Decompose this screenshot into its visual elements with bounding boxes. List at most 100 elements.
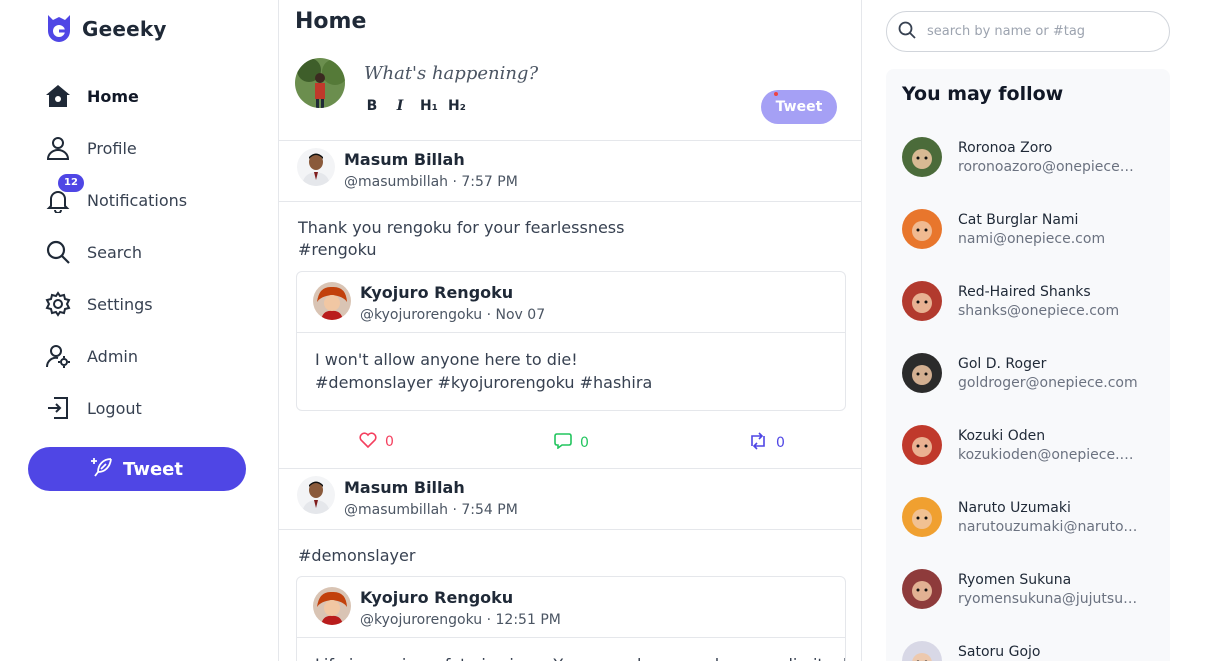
avatar[interactable] (902, 281, 942, 321)
search-icon (897, 20, 917, 44)
notification-badge: 12 (58, 174, 84, 192)
avatar[interactable] (902, 641, 942, 661)
comment-button[interactable]: 0 (554, 432, 589, 453)
follow-email: nami@onepiece.com (958, 230, 1106, 247)
quote-meta: @kyojurorengoku · Nov 07 (360, 307, 546, 323)
follow-name[interactable]: Ryomen Sukuna (958, 572, 1138, 588)
nav-item-home[interactable]: Home (44, 70, 264, 122)
nav-item-search[interactable]: Search (44, 226, 264, 278)
heading2-button[interactable]: H₂ (448, 98, 466, 114)
post-actions: 0 0 0 (279, 432, 861, 456)
quote-author-name[interactable]: Kyojuro Rengoku (360, 283, 545, 302)
nav-label-logout: Logout (87, 398, 142, 418)
follow-email: shanks@onepiece.com (958, 302, 1120, 319)
avatar[interactable] (902, 497, 942, 537)
follow-name[interactable]: Naruto Uzumaki (958, 500, 1138, 516)
admin-icon (44, 342, 72, 370)
sidebar-tweet-label: Tweet (123, 458, 183, 480)
follow-suggestion[interactable]: Satoru Gojosatorugojo@jujutsu.com (902, 641, 1164, 661)
logout-icon (44, 394, 72, 422)
quoted-post[interactable]: Kyojuro Rengoku @kyojurorengoku · 12:51 … (296, 576, 846, 661)
follow-name[interactable]: Satoru Gojo (958, 644, 1138, 660)
follow-name[interactable]: Red-Haired Shanks (958, 284, 1138, 300)
gear-icon (44, 290, 72, 318)
feather-icon (91, 455, 115, 483)
nav-label-profile: Profile (87, 138, 137, 158)
comment-icon (554, 432, 572, 453)
retweet-button[interactable]: 0 (748, 432, 785, 454)
follow-name[interactable]: Kozuki Oden (958, 428, 1138, 444)
avatar[interactable] (313, 282, 351, 320)
bold-button[interactable]: B (364, 98, 380, 114)
nav-item-profile[interactable]: Profile (44, 122, 264, 174)
post-meta: @masumbillah · 7:54 PM (344, 502, 518, 518)
post-header[interactable]: Masum Billah @masumbillah · 7:54 PM (297, 468, 518, 518)
follow-suggestion[interactable]: Kozuki Oden kozukioden@onepiece.com (902, 425, 1164, 465)
retweet-count: 0 (776, 435, 785, 451)
post-text: Thank you rengoku for your fearlessness … (298, 217, 624, 261)
logo-icon (44, 11, 74, 47)
format-toolbar: B I H₁ H₂ (364, 98, 466, 114)
sidebar: Geeeky Home Profile 12 Notifications Sea… (0, 0, 278, 661)
avatar[interactable] (902, 353, 942, 393)
nav: Home Profile 12 Notifications Search Set… (44, 70, 264, 434)
avatar[interactable] (902, 209, 942, 249)
follow-panel: You may follow Roronoa Zoro roronoazoro@o… (886, 69, 1170, 661)
nav-label-admin: Admin (87, 346, 138, 366)
composer-input[interactable] (364, 60, 744, 86)
avatar[interactable] (297, 476, 335, 514)
follow-email: narutouzumaki@naruto.com (958, 518, 1138, 535)
composer-tweet-button[interactable]: Tweet (761, 90, 837, 124)
comment-count: 0 (580, 434, 589, 451)
avatar[interactable] (297, 148, 335, 186)
follow-suggestion[interactable]: Naruto Uzumaki narutouzumaki@naruto.com (902, 497, 1164, 537)
avatar[interactable] (902, 569, 942, 609)
post-header[interactable]: Masum Billah @masumbillah · 7:57 PM (297, 140, 518, 190)
like-count: 0 (385, 434, 394, 450)
heart-icon (359, 432, 377, 452)
avatar[interactable] (902, 425, 942, 465)
quote-author-name[interactable]: Kyojuro Rengoku (360, 588, 561, 607)
nav-item-logout[interactable]: Logout (44, 382, 264, 434)
quoted-post[interactable]: Kyojuro Rengoku @kyojurorengoku · Nov 07… (296, 271, 846, 411)
hashtag-link[interactable]: #demonslayer (298, 545, 415, 567)
hashtag-link[interactable]: #demonslayer #kyojurorengoku #hashira (315, 371, 827, 394)
avatar[interactable] (313, 587, 351, 625)
follow-suggestion[interactable]: Red-Haired Shanks shanks@onepiece.com (902, 281, 1164, 321)
search-input[interactable] (927, 24, 1147, 39)
hashtag-link[interactable]: #rengoku (298, 239, 624, 261)
follow-suggestion[interactable]: Gol D. Roger goldroger@onepiece.com (902, 353, 1164, 393)
post-meta: @masumbillah · 7:57 PM (344, 174, 518, 190)
follow-name[interactable]: Cat Burglar Nami (958, 212, 1138, 228)
divider (279, 529, 861, 530)
quote-meta: @kyojurorengoku · 12:51 PM (360, 612, 561, 628)
follow-name[interactable]: Gol D. Roger (958, 356, 1138, 372)
nav-item-admin[interactable]: Admin (44, 330, 264, 382)
main-feed: Home B I H₁ H₂ Tweet Masum Billah @masum… (278, 0, 862, 661)
nav-label-home: Home (87, 86, 139, 106)
composer-avatar (295, 58, 345, 108)
follow-suggestion[interactable]: Ryomen Sukuna ryomensukuna@jujutsu.com (902, 569, 1164, 609)
heading1-button[interactable]: H₁ (420, 98, 438, 114)
page-title: Home (295, 9, 367, 34)
brand[interactable]: Geeeky (44, 11, 167, 47)
follow-name[interactable]: Roronoa Zoro (958, 140, 1138, 156)
search-box[interactable] (886, 11, 1170, 52)
follow-email: ryomensukuna@jujutsu.com (958, 590, 1138, 607)
nav-item-notifications[interactable]: 12 Notifications (44, 174, 264, 226)
follow-email: goldroger@onepiece.com (958, 374, 1138, 391)
retweet-icon (748, 432, 768, 454)
post-author-name[interactable]: Masum Billah (344, 150, 518, 169)
follow-suggestion[interactable]: Cat Burglar Nami nami@onepiece.com (902, 209, 1164, 249)
home-icon (44, 82, 72, 110)
like-button[interactable]: 0 (359, 432, 394, 452)
follow-suggestion[interactable]: Roronoa Zoro roronoazoro@onepiece.com (902, 137, 1164, 177)
italic-button[interactable]: I (392, 98, 408, 114)
post-author-name[interactable]: Masum Billah (344, 478, 518, 497)
nav-item-settings[interactable]: Settings (44, 278, 264, 330)
follow-email: kozukioden@onepiece.com (958, 446, 1138, 463)
avatar[interactable] (902, 137, 942, 177)
follow-email: roronoazoro@onepiece.com (958, 158, 1138, 175)
sidebar-tweet-button[interactable]: Tweet (28, 447, 246, 491)
brand-name: Geeeky (82, 17, 167, 41)
